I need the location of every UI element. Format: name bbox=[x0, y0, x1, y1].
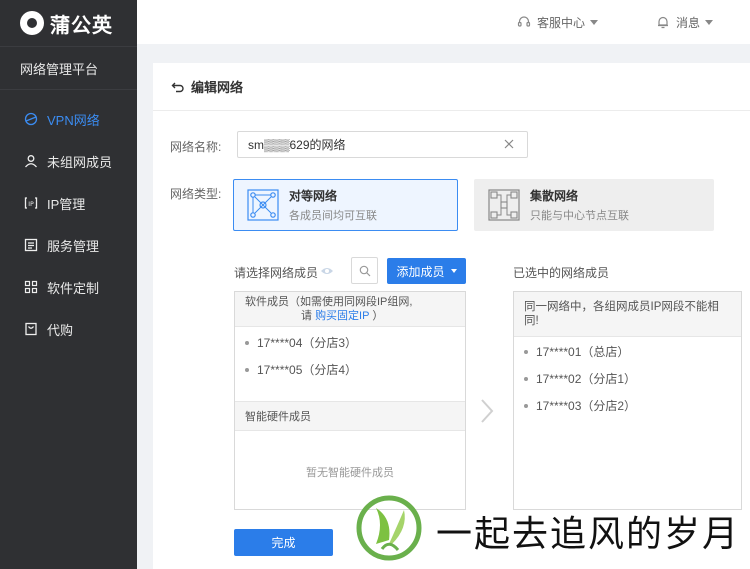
search-icon bbox=[359, 265, 371, 277]
software-members-prefix: 请 bbox=[301, 310, 316, 322]
eye-icon[interactable] bbox=[320, 265, 334, 275]
grid-icon bbox=[24, 280, 38, 294]
sidebar-item-unnetworked[interactable]: 未组网成员 bbox=[0, 140, 137, 182]
member-label: 17****02（分店1） bbox=[536, 372, 637, 386]
member-label: 17****05（分店4） bbox=[257, 363, 358, 377]
hardware-empty-text: 暂无智能硬件成员 bbox=[306, 467, 394, 479]
type-option-hub[interactable]: 集散网络 只能与中心节点互联 bbox=[474, 179, 714, 231]
messages-label: 消息 bbox=[676, 15, 701, 30]
peer-network-icon bbox=[247, 189, 279, 221]
selected-members-label: 已选中的网络成员 bbox=[513, 266, 610, 280]
software-members-suffix: ） bbox=[369, 310, 384, 322]
chevron-down-icon bbox=[705, 19, 714, 25]
bullet-icon bbox=[245, 367, 249, 372]
chevron-down-icon bbox=[450, 269, 457, 273]
cart-icon bbox=[24, 322, 38, 336]
buy-fixed-ip-link[interactable]: 购买固定IP bbox=[315, 310, 369, 322]
type-title: 对等网络 bbox=[289, 189, 338, 203]
member-label: 17****03（分店2） bbox=[536, 399, 637, 413]
brand-logo[interactable]: 蒲公英 bbox=[0, 0, 137, 46]
hub-network-icon bbox=[488, 189, 520, 221]
software-members-subline: 请 购买固定IP ） bbox=[245, 309, 455, 323]
member-label: 17****04（分店3） bbox=[257, 336, 358, 350]
watermark-text: 一起去追风的岁月 bbox=[436, 514, 741, 555]
select-members-label: 请选择网络成员 bbox=[234, 266, 319, 280]
list-item[interactable]: 17****02（分店1） bbox=[514, 365, 741, 392]
watermark-logo-icon bbox=[354, 494, 424, 562]
sidebar-item-service[interactable]: 服务管理 bbox=[0, 224, 137, 266]
support-center-link[interactable]: 客服中心 bbox=[517, 0, 599, 44]
type-desc: 只能与中心节点互联 bbox=[530, 210, 629, 222]
back-arrow-icon[interactable] bbox=[171, 80, 185, 94]
dandelion-logo-icon bbox=[20, 11, 44, 35]
type-desc: 各成员间均可互联 bbox=[289, 210, 377, 222]
sidebar-item-vpn[interactable]: VPN网络 bbox=[0, 98, 137, 140]
page-title: 编辑网络 bbox=[191, 80, 244, 95]
bullet-icon bbox=[524, 376, 528, 381]
service-icon bbox=[24, 238, 38, 252]
add-member-label: 添加成员 bbox=[396, 264, 445, 279]
sidebar-item-label: 服务管理 bbox=[47, 238, 100, 254]
platform-title: 网络管理平台 bbox=[0, 46, 137, 90]
network-name-input[interactable]: sm▒▒▒629的网络 bbox=[237, 131, 528, 158]
add-member-button[interactable]: 添加成员 bbox=[387, 258, 466, 284]
bullet-icon bbox=[524, 403, 528, 408]
sidebar-item-custom-software[interactable]: 软件定制 bbox=[0, 266, 137, 308]
ip-icon: IP bbox=[24, 196, 38, 210]
bullet-icon bbox=[245, 340, 249, 345]
list-item[interactable]: 17****05（分店4） bbox=[235, 356, 465, 383]
support-label: 客服中心 bbox=[537, 15, 586, 30]
sidebar-item-label: 代购 bbox=[47, 322, 74, 338]
svg-text:IP: IP bbox=[28, 201, 34, 208]
vpn-icon bbox=[24, 112, 38, 126]
bell-icon bbox=[656, 15, 670, 29]
search-button[interactable] bbox=[351, 257, 378, 284]
sidebar-item-label: VPN网络 bbox=[47, 112, 100, 128]
sidebar-item-label: IP管理 bbox=[47, 196, 86, 212]
member-label: 17****01（总店） bbox=[536, 345, 630, 359]
sidebar: 蒲公英 网络管理平台 VPN网络 未组网成员 IP IP管理 服务管理 软件定制… bbox=[0, 0, 137, 569]
sidebar-item-label: 软件定制 bbox=[47, 280, 100, 296]
sidebar-item-purchase[interactable]: 代购 bbox=[0, 308, 137, 350]
network-name-value: sm▒▒▒629的网络 bbox=[248, 138, 346, 152]
software-members-title: 软件成员（如需使用同网段IP组网, bbox=[245, 296, 413, 308]
panel-header: 编辑网络 bbox=[153, 63, 750, 111]
bullet-icon bbox=[524, 349, 528, 354]
type-title: 集散网络 bbox=[530, 189, 579, 203]
sidebar-item-label: 未组网成员 bbox=[47, 154, 113, 170]
sidebar-nav: VPN网络 未组网成员 IP IP管理 服务管理 软件定制 代购 bbox=[0, 90, 137, 350]
user-icon bbox=[24, 154, 38, 168]
clear-icon[interactable] bbox=[503, 138, 515, 150]
selected-note: 同一网络中，各组网成员IP网段不能相同! bbox=[514, 292, 741, 337]
type-option-peer[interactable]: 对等网络 各成员间均可互联 bbox=[233, 179, 458, 231]
chevron-down-icon bbox=[590, 19, 599, 25]
available-members-list: 软件成员（如需使用同网段IP组网, 请 购买固定IP ） 17****04（分店… bbox=[234, 291, 466, 510]
brand-name: 蒲公英 bbox=[50, 14, 113, 37]
software-members-header: 软件成员（如需使用同网段IP组网, 请 购买固定IP ） bbox=[235, 292, 465, 327]
list-item[interactable]: 17****03（分店2） bbox=[514, 392, 741, 419]
chevron-right-icon[interactable] bbox=[480, 398, 494, 424]
network-name-label: 网络名称: bbox=[170, 140, 222, 154]
top-bar: 客服中心 消息 bbox=[137, 0, 750, 44]
done-button[interactable]: 完成 bbox=[234, 529, 333, 556]
hardware-members-header: 智能硬件成员 bbox=[235, 401, 465, 431]
messages-link[interactable]: 消息 bbox=[656, 0, 714, 44]
list-item[interactable]: 17****01（总店） bbox=[514, 338, 741, 365]
selected-members-list: 同一网络中，各组网成员IP网段不能相同! 17****01（总店） 17****… bbox=[513, 291, 742, 510]
sidebar-item-ip[interactable]: IP IP管理 bbox=[0, 182, 137, 224]
network-type-label: 网络类型: bbox=[170, 187, 222, 201]
headset-icon bbox=[517, 15, 531, 29]
list-item[interactable]: 17****04（分店3） bbox=[235, 329, 465, 356]
